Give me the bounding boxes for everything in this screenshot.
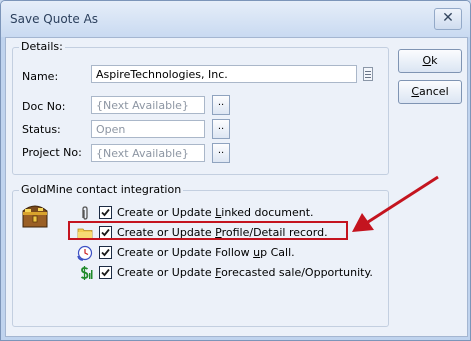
annotation-arrow-icon	[352, 175, 439, 232]
